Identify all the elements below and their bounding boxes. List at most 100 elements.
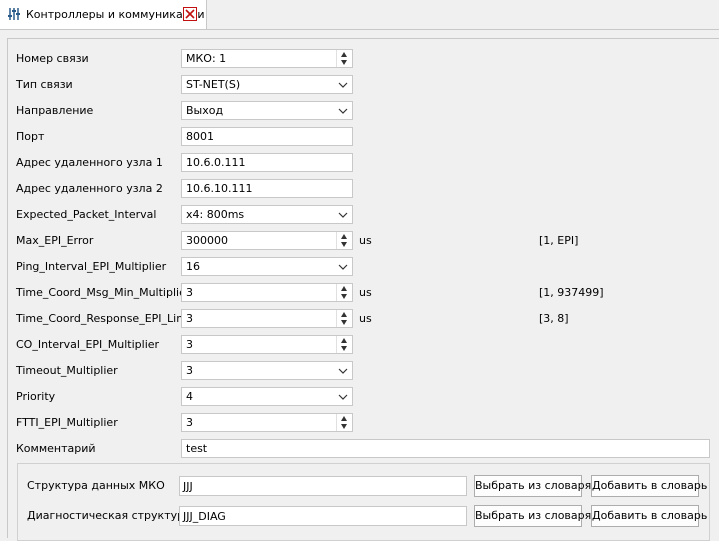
form-row: Expected_Packet_Interval x4: 800ms xyxy=(8,204,719,226)
arrow-down-icon[interactable] xyxy=(341,294,347,299)
arrow-down-icon[interactable] xyxy=(341,346,347,351)
chevron-down-icon[interactable] xyxy=(337,105,349,117)
field-value: test xyxy=(186,442,208,455)
field-label: FTTI_EPI_Multiplier xyxy=(16,416,118,429)
field-value: 4 xyxy=(186,390,193,403)
arrow-up-icon[interactable] xyxy=(341,286,347,291)
field-value: 8001 xyxy=(186,130,214,143)
field-value: 3 xyxy=(186,338,193,351)
spin-arrows-icon[interactable] xyxy=(336,232,352,249)
chevron-down-icon[interactable] xyxy=(337,261,349,273)
combo-box[interactable]: x4: 800ms xyxy=(181,205,353,224)
form-row: Номер связи МКО: 1 xyxy=(8,48,719,70)
field-label: Time_Coord_Response_EPI_Limit xyxy=(16,312,195,325)
unit-label: us xyxy=(359,312,372,325)
field-label: Max_EPI_Error xyxy=(16,234,94,247)
add-to-dictionary-button[interactable]: Добавить в словарь xyxy=(591,475,707,497)
field-value: 300000 xyxy=(186,234,228,247)
field-label: Направление xyxy=(16,104,94,117)
arrow-up-icon[interactable] xyxy=(341,52,347,57)
field-label: Expected_Packet_Interval xyxy=(16,208,157,221)
pick-from-dictionary-button[interactable]: Выбрать из словаря xyxy=(474,475,591,497)
form-row: Адрес удаленного узла 1 10.6.0.111 xyxy=(8,152,719,174)
text-input[interactable]: 10.6.10.111 xyxy=(181,179,353,198)
unit-label: us xyxy=(359,286,372,299)
spin-arrows-icon[interactable] xyxy=(336,414,352,431)
form-row: Max_EPI_Error 300000 us [1, EPI] xyxy=(8,230,719,252)
chevron-down-icon[interactable] xyxy=(337,391,349,403)
field-value: Выход xyxy=(186,104,224,117)
tab-controllers[interactable]: Контроллеры и коммуникации xyxy=(0,0,207,30)
arrow-up-icon[interactable] xyxy=(341,416,347,421)
field-value: 3 xyxy=(186,364,193,377)
tab-title: Контроллеры и коммуникации xyxy=(26,8,205,21)
structure-label: Диагностическая структура xyxy=(27,509,191,522)
range-label: [1, EPI] xyxy=(539,234,579,247)
arrow-down-icon[interactable] xyxy=(341,424,347,429)
tab-bar-divider xyxy=(0,29,719,30)
field-label: CO_Interval_EPI_Multiplier xyxy=(16,338,160,351)
structure-row-data: Структура данных МКО JJJ Выбрать из слов… xyxy=(18,475,711,497)
pick-from-dictionary-button[interactable]: Выбрать из словаря xyxy=(474,505,591,527)
structure-row-diag: Диагностическая структура JJJ_DIAG Выбра… xyxy=(18,505,711,527)
spin-box[interactable]: 3 xyxy=(181,283,353,302)
field-label: Тип связи xyxy=(16,78,73,91)
chevron-down-icon[interactable] xyxy=(337,209,349,221)
field-label: Номер связи xyxy=(16,52,89,65)
field-value: 10.6.0.111 xyxy=(186,156,246,169)
form-row: Порт 8001 xyxy=(8,126,719,148)
chevron-down-icon[interactable] xyxy=(337,365,349,377)
chevron-down-icon[interactable] xyxy=(337,79,349,91)
combo-box[interactable]: ST-NET(S) xyxy=(181,75,353,94)
spin-box[interactable]: МКО: 1 xyxy=(181,49,353,68)
arrow-down-icon[interactable] xyxy=(341,60,347,65)
text-input[interactable]: 8001 xyxy=(181,127,353,146)
structure-label: Структура данных МКО xyxy=(27,479,165,492)
field-value: 3 xyxy=(186,416,193,429)
range-label: [3, 8] xyxy=(539,312,569,325)
spin-arrows-icon[interactable] xyxy=(336,310,352,327)
form-row: Комментарий test xyxy=(8,438,719,460)
form-row: Адрес удаленного узла 2 10.6.10.111 xyxy=(8,178,719,200)
unit-label: us xyxy=(359,234,372,247)
add-to-dictionary-button[interactable]: Добавить в словарь xyxy=(591,505,707,527)
field-value: 10.6.10.111 xyxy=(186,182,253,195)
combo-box[interactable]: 16 xyxy=(181,257,353,276)
spin-arrows-icon[interactable] xyxy=(336,284,352,301)
field-label: Комментарий xyxy=(16,442,96,455)
combo-box[interactable]: Выход xyxy=(181,101,353,120)
form-row: FTTI_EPI_Multiplier 3 xyxy=(8,412,719,434)
structures-group: Структура данных МКО JJJ Выбрать из слов… xyxy=(17,463,710,541)
data-structure-input[interactable]: JJJ xyxy=(179,476,467,496)
spin-arrows-icon[interactable] xyxy=(336,336,352,353)
spin-box[interactable]: 3 xyxy=(181,335,353,354)
spin-arrows-icon[interactable] xyxy=(336,50,352,67)
form-row: Ping_Interval_EPI_Multiplier 16 xyxy=(8,256,719,278)
arrow-down-icon[interactable] xyxy=(341,320,347,325)
spin-box[interactable]: 3 xyxy=(181,309,353,328)
combo-box[interactable]: 3 xyxy=(181,361,353,380)
form-row: Time_Coord_Msg_Min_Multiplier 3 us [1, 9374… xyxy=(8,282,719,304)
field-value: 16 xyxy=(186,260,200,273)
comment-input[interactable]: test xyxy=(181,439,710,458)
diag-structure-input[interactable]: JJJ_DIAG xyxy=(179,506,467,526)
form-row: Направление Выход xyxy=(8,100,719,122)
properties-panel: Номер связи МКО: 1 Тип связи ST-NET(S) Напра… xyxy=(7,38,719,541)
form-row: CO_Interval_EPI_Multiplier 3 xyxy=(8,334,719,356)
field-value: x4: 800ms xyxy=(186,208,245,221)
arrow-up-icon[interactable] xyxy=(341,338,347,343)
arrow-down-icon[interactable] xyxy=(341,242,347,247)
spin-box[interactable]: 3 xyxy=(181,413,353,432)
text-input[interactable]: 10.6.0.111 xyxy=(181,153,353,172)
sliders-icon xyxy=(8,8,20,20)
tab-bar: Контроллеры и коммуникации xyxy=(0,0,719,30)
spin-box[interactable]: 300000 xyxy=(181,231,353,250)
form-row: Timeout_Multiplier 3 xyxy=(8,360,719,382)
arrow-up-icon[interactable] xyxy=(341,234,347,239)
combo-box[interactable]: 4 xyxy=(181,387,353,406)
close-icon[interactable] xyxy=(183,7,197,21)
field-label: Ping_Interval_EPI_Multiplier xyxy=(16,260,167,273)
arrow-up-icon[interactable] xyxy=(341,312,347,317)
field-value: МКО: 1 xyxy=(186,52,227,65)
field-label: Адрес удаленного узла 2 xyxy=(16,182,163,195)
